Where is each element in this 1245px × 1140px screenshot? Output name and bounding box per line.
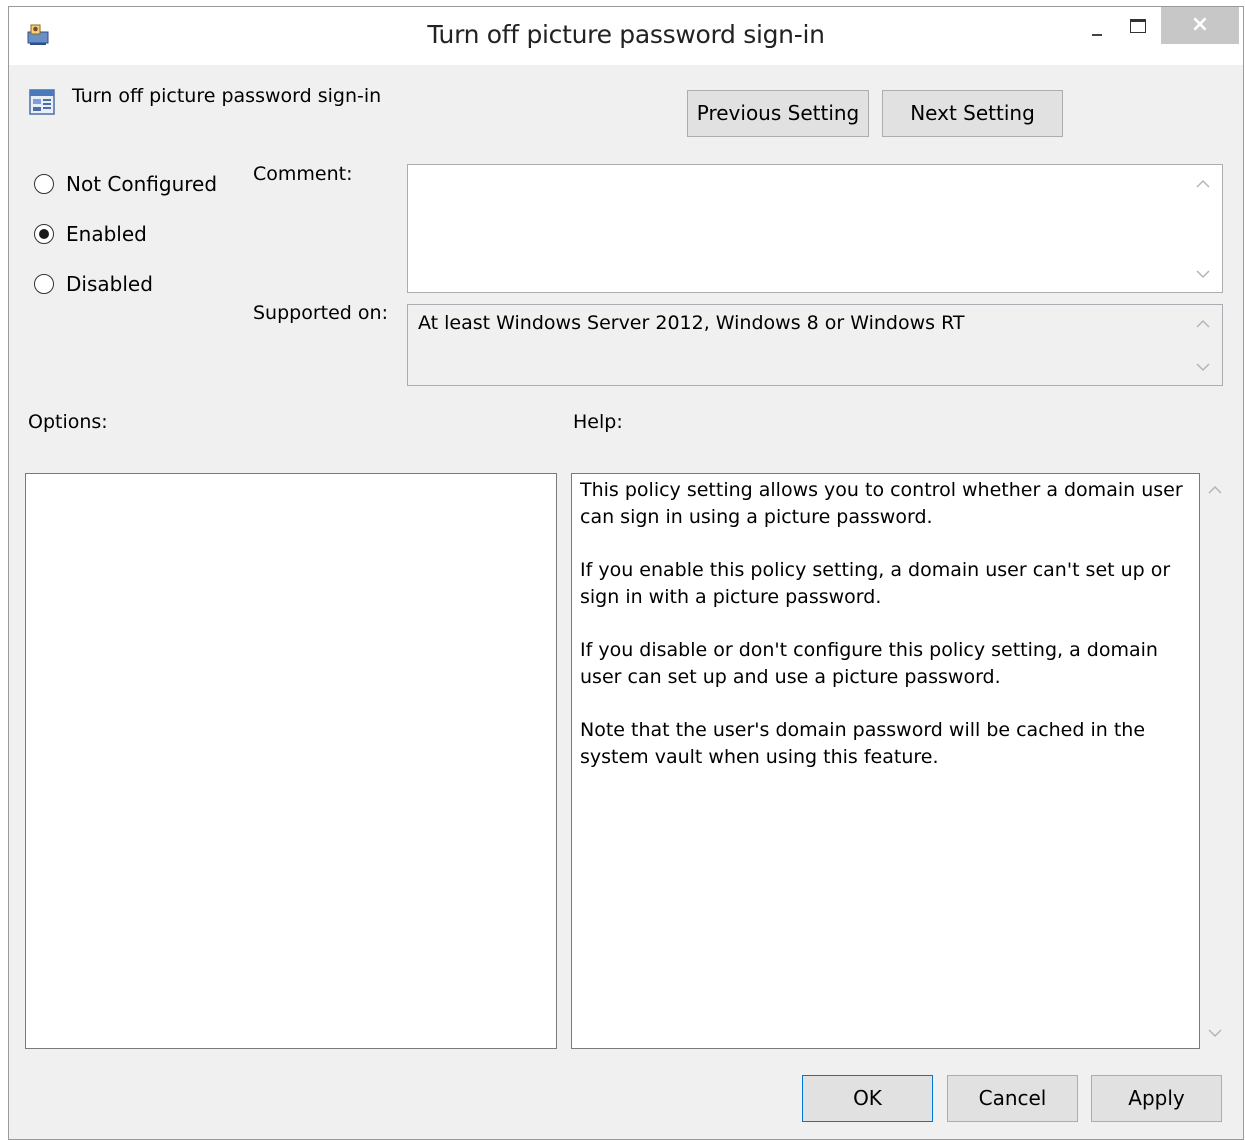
policy-setting-icon — [29, 89, 55, 115]
supported-on-value: At least Windows Server 2012, Windows 8 … — [418, 312, 965, 334]
chevron-down-icon[interactable] — [1194, 361, 1212, 373]
next-setting-button[interactable]: Next Setting — [882, 90, 1063, 137]
help-text: This policy setting allows you to contro… — [580, 477, 1185, 797]
radio-selected-dot — [39, 229, 49, 239]
comment-label: Comment: — [253, 163, 353, 185]
chevron-up-icon[interactable] — [1194, 178, 1212, 190]
options-panel — [25, 473, 557, 1049]
setting-name-label: Turn off picture password sign-in — [72, 85, 382, 107]
help-panel: This policy setting allows you to contro… — [571, 473, 1200, 1049]
window-title: Turn off picture password sign-in — [427, 20, 825, 49]
title-bar[interactable]: Turn off picture password sign-in × — [9, 7, 1243, 65]
chevron-up-icon[interactable] — [1194, 318, 1212, 330]
policy-dialog-window: Turn off picture password sign-in × Turn… — [8, 6, 1244, 1140]
help-paragraph: If you enable this policy setting, a dom… — [580, 559, 1171, 608]
radio-circle-selected[interactable] — [34, 224, 54, 244]
chevron-up-icon[interactable] — [1206, 484, 1224, 496]
supported-on-field: At least Windows Server 2012, Windows 8 … — [407, 304, 1223, 386]
help-paragraph: If you disable or don't configure this p… — [580, 639, 1158, 688]
maximize-icon — [1130, 19, 1146, 33]
help-paragraph: Note that the user's domain password wil… — [580, 719, 1146, 768]
apply-button[interactable]: Apply — [1091, 1075, 1222, 1122]
radio-label-disabled: Disabled — [66, 272, 153, 296]
minimize-icon — [1092, 34, 1102, 36]
ok-button[interactable]: OK — [802, 1075, 933, 1122]
minimize-button[interactable] — [1079, 7, 1115, 45]
cancel-button[interactable]: Cancel — [947, 1075, 1078, 1122]
chevron-down-icon[interactable] — [1206, 1027, 1224, 1039]
help-paragraph: This policy setting allows you to contro… — [580, 479, 1183, 528]
radio-label-not-configured: Not Configured — [66, 172, 218, 196]
chevron-down-icon[interactable] — [1194, 268, 1212, 280]
options-label: Options: — [28, 411, 108, 433]
help-label: Help: — [573, 411, 623, 433]
previous-setting-button[interactable]: Previous Setting — [687, 90, 869, 137]
radio-circle[interactable] — [34, 174, 54, 194]
close-button[interactable]: × — [1161, 7, 1239, 44]
comment-textarea[interactable] — [407, 164, 1223, 293]
radio-label-enabled: Enabled — [66, 222, 147, 246]
supported-on-label: Supported on: — [253, 302, 388, 324]
radio-circle[interactable] — [34, 274, 54, 294]
maximize-button[interactable] — [1121, 7, 1161, 45]
close-icon: × — [1190, 12, 1210, 37]
